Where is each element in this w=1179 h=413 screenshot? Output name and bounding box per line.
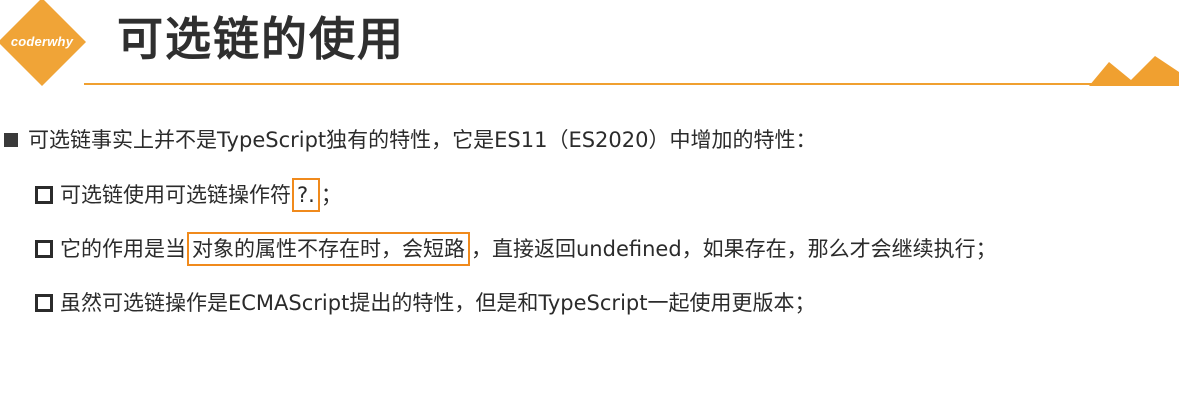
hollow-square-bullet-icon: [35, 240, 53, 258]
bullet-text: 可选链事实上并不是TypeScript独有的特性，它是ES11（ES2020）中…: [28, 128, 817, 152]
sub-bullet-item-1: 可选链使用可选链操作符 ?. ；: [35, 177, 342, 213]
hollow-square-bullet-icon: [35, 294, 53, 312]
bullet-text: 它的作用是当: [60, 237, 186, 261]
highlight-box: 对象的属性不存在时，会短路: [187, 232, 470, 266]
square-bullet-icon: [4, 133, 18, 147]
highlight-box: ?.: [292, 178, 320, 212]
logo-text: coderwhy: [10, 34, 74, 49]
bullet-text: 可选链使用可选链操作符: [60, 183, 291, 207]
bullet-item-1: 可选链事实上并不是TypeScript独有的特性，它是ES11（ES2020）中…: [4, 122, 817, 158]
sub-bullet-item-3: 虽然可选链操作是ECMAScript提出的特性，但是和TypeScript一起使…: [35, 285, 815, 321]
bullet-text: ；: [320, 183, 342, 207]
bullet-text: ，直接返回undefined，如果存在，那么才会继续执行；: [471, 237, 997, 261]
corner-decoration-icon: [1089, 56, 1179, 86]
sub-bullet-item-2: 它的作用是当 对象的属性不存在时，会短路 ，直接返回undefined，如果存在…: [35, 231, 997, 267]
hollow-square-bullet-icon: [35, 186, 53, 204]
bullet-text: 虽然可选链操作是ECMAScript提出的特性，但是和TypeScript一起使…: [60, 291, 816, 315]
title-underline: [84, 83, 1179, 85]
page-title: 可选链的使用: [117, 12, 405, 66]
coderwhy-logo: coderwhy: [0, 0, 88, 88]
